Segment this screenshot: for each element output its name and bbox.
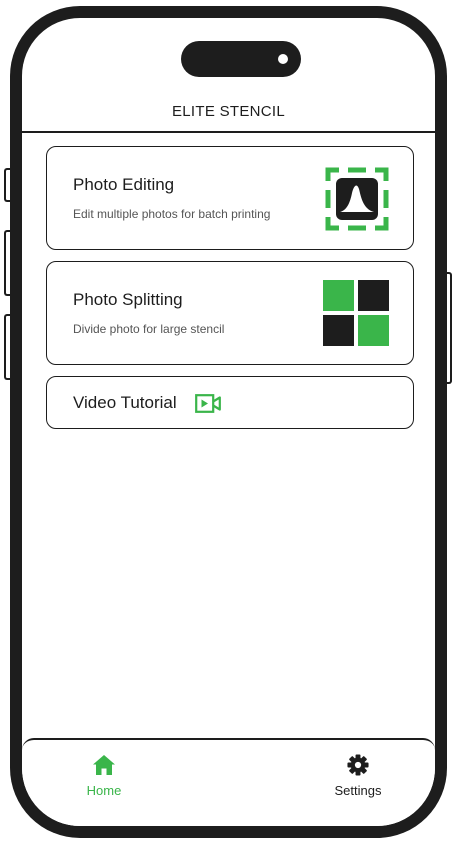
tab-home[interactable]: Home bbox=[59, 754, 149, 798]
tab-settings-label: Settings bbox=[334, 783, 382, 798]
video-camera-icon bbox=[195, 394, 221, 413]
photo-edit-icon bbox=[325, 167, 389, 231]
camera-dot bbox=[278, 54, 288, 64]
photo-splitting-title: Photo Splitting bbox=[73, 290, 183, 309]
header-divider bbox=[22, 131, 435, 133]
phone-frame: ELITE STENCIL Photo Editing Edit multipl… bbox=[10, 6, 447, 838]
home-icon bbox=[93, 755, 115, 775]
video-tutorial-label: Video Tutorial bbox=[73, 393, 177, 412]
gear-icon bbox=[347, 754, 369, 776]
photo-editing-card[interactable]: Photo Editing Edit multiple photos for b… bbox=[46, 146, 414, 250]
tab-settings[interactable]: Settings bbox=[313, 754, 403, 798]
grid-split-icon bbox=[323, 280, 389, 346]
photo-editing-subtitle: Edit multiple photos for batch printing bbox=[73, 207, 271, 221]
bottom-tab-bar: Home Settings bbox=[22, 738, 435, 826]
photo-splitting-card[interactable]: Photo Splitting Divide photo for large s… bbox=[46, 261, 414, 365]
video-tutorial-button[interactable]: Video Tutorial bbox=[46, 376, 414, 429]
app-title: ELITE STENCIL bbox=[171, 103, 286, 120]
app-screen: ELITE STENCIL Photo Editing Edit multipl… bbox=[22, 18, 435, 826]
tab-home-label: Home bbox=[86, 783, 122, 798]
photo-splitting-subtitle: Divide photo for large stencil bbox=[73, 322, 225, 336]
dynamic-island bbox=[181, 41, 301, 77]
photo-editing-title: Photo Editing bbox=[73, 175, 175, 194]
